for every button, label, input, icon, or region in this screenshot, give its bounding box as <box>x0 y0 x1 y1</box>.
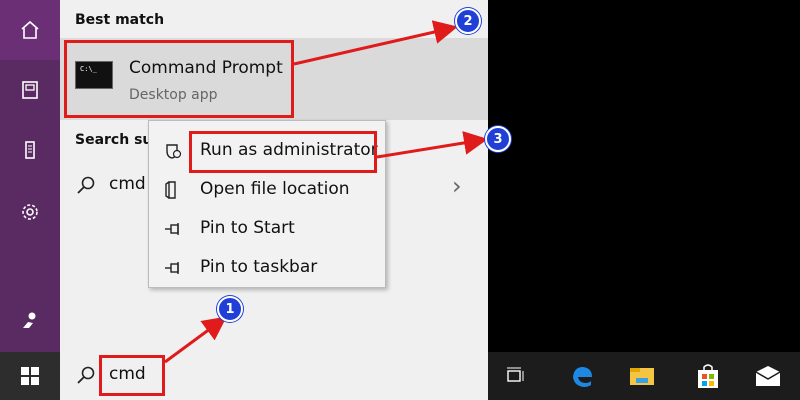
start-button[interactable] <box>0 352 60 400</box>
windows-logo-icon <box>21 367 39 385</box>
menu-item-open-file-location[interactable]: Open file location <box>149 171 385 209</box>
best-match-heading: Best match <box>75 12 165 28</box>
highlight-command-prompt <box>64 40 294 118</box>
pin-icon <box>165 223 179 235</box>
menu-item-label: Open file location <box>200 179 350 199</box>
start-rail <box>0 0 60 352</box>
home-icon <box>21 20 39 39</box>
highlight-search-cmd <box>99 355 165 396</box>
user-button[interactable] <box>0 290 60 350</box>
search-icon <box>77 176 95 194</box>
taskbar <box>488 352 800 400</box>
highlight-run-as-administrator <box>189 131 377 173</box>
suggestion-text: cmd <box>109 174 146 194</box>
menu-item-pin-to-start[interactable]: Pin to Start <box>149 210 385 248</box>
documents-button[interactable] <box>0 60 60 120</box>
task-view-icon[interactable] <box>492 352 540 400</box>
menu-item-label: Pin to Start <box>200 218 295 238</box>
shield-icon <box>166 144 182 159</box>
menu-item-pin-to-taskbar[interactable]: Pin to taskbar <box>149 249 385 287</box>
store-icon[interactable] <box>684 352 732 400</box>
step-badge-3: 3 <box>485 126 511 152</box>
device-button[interactable] <box>0 120 60 180</box>
settings-gear-icon <box>22 204 38 220</box>
chevron-right-icon[interactable]: › <box>452 172 462 200</box>
pin-icon <box>165 262 179 274</box>
step-badge-1: 1 <box>217 296 243 322</box>
home-button[interactable] <box>0 0 60 60</box>
settings-button[interactable] <box>0 182 60 242</box>
user-icon <box>23 312 36 328</box>
menu-item-label: Pin to taskbar <box>200 257 318 277</box>
step-badge-2: 2 <box>455 8 481 34</box>
device-icon <box>25 141 35 159</box>
folder-icon <box>165 181 176 199</box>
mail-icon[interactable] <box>744 352 792 400</box>
file-explorer-icon[interactable] <box>618 352 666 400</box>
documents-icon <box>22 81 38 99</box>
edge-icon[interactable] <box>558 352 606 400</box>
search-icon <box>77 366 95 384</box>
